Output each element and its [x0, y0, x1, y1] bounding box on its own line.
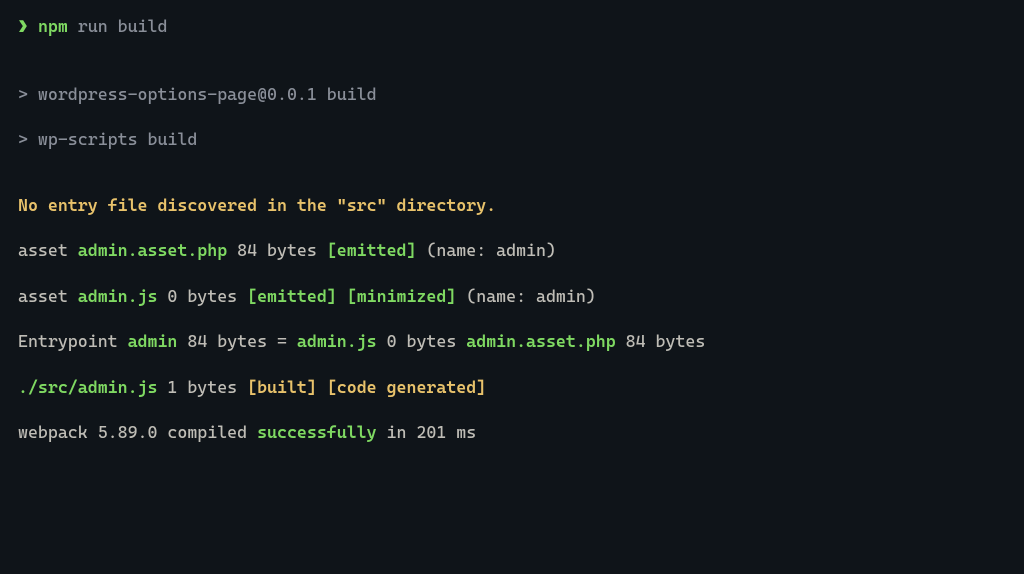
asset-tag: [emitted]	[327, 240, 417, 260]
terminal-output: ❯ npm run build > wordpress-options-page…	[18, 14, 1006, 446]
command-args: run build	[68, 16, 168, 36]
warning-text: No entry file discovered in the "src" di…	[18, 195, 496, 215]
script-text: wp-scripts build	[38, 129, 197, 149]
entrypoint-mid: 0 bytes	[377, 331, 467, 351]
source-line: ./src/admin.js 1 bytes [built] [code gen…	[18, 375, 1006, 401]
source-sep	[317, 377, 327, 397]
entrypoint-file: admin.asset.php	[466, 331, 615, 351]
asset-label: asset	[18, 240, 78, 260]
asset-tag: [emitted]	[247, 286, 337, 306]
asset-size: 0 bytes	[157, 286, 247, 306]
chevron-prefix: >	[18, 129, 38, 149]
asset-filename: admin.asset.php	[78, 240, 227, 260]
chevron-right-icon: ❯	[18, 16, 28, 36]
entrypoint-mid: 84 bytes =	[177, 331, 297, 351]
entrypoint-label: Entrypoint	[18, 331, 128, 351]
webpack-status: successfully	[257, 422, 377, 442]
source-tag: [built]	[247, 377, 317, 397]
asset-meta: (name: admin)	[416, 240, 555, 260]
script-echo-line: > wordpress-options-page@0.0.1 build	[18, 82, 1006, 108]
entrypoint-line: Entrypoint admin 84 bytes = admin.js 0 b…	[18, 329, 1006, 355]
command-name: npm	[38, 16, 68, 36]
asset-line: asset admin.asset.php 84 bytes [emitted]…	[18, 238, 1006, 264]
warning-line: No entry file discovered in the "src" di…	[18, 193, 1006, 219]
asset-size: 84 bytes	[227, 240, 327, 260]
asset-line: asset admin.js 0 bytes [emitted] [minimi…	[18, 284, 1006, 310]
asset-tag: [minimized]	[347, 286, 457, 306]
entrypoint-post: 84 bytes	[616, 331, 706, 351]
script-text: wordpress-options-page@0.0.1 build	[38, 84, 377, 104]
asset-label: asset	[18, 286, 78, 306]
source-size: 1 bytes	[157, 377, 247, 397]
asset-sep	[337, 286, 347, 306]
entrypoint-name: admin	[128, 331, 178, 351]
entrypoint-file: admin.js	[297, 331, 377, 351]
source-tag: [code generated]	[327, 377, 486, 397]
source-file: ./src/admin.js	[18, 377, 157, 397]
script-echo-line: > wp-scripts build	[18, 127, 1006, 153]
asset-meta: (name: admin)	[456, 286, 595, 306]
blank-line	[18, 173, 1006, 193]
chevron-prefix: >	[18, 84, 38, 104]
prompt-space	[28, 16, 38, 36]
blank-line	[18, 40, 1006, 82]
webpack-summary-line: webpack 5.89.0 compiled successfully in …	[18, 420, 1006, 446]
webpack-summary-post: in 201 ms	[377, 422, 477, 442]
prompt-line: ❯ npm run build	[18, 14, 1006, 40]
asset-filename: admin.js	[78, 286, 158, 306]
webpack-summary-pre: webpack 5.89.0 compiled	[18, 422, 257, 442]
